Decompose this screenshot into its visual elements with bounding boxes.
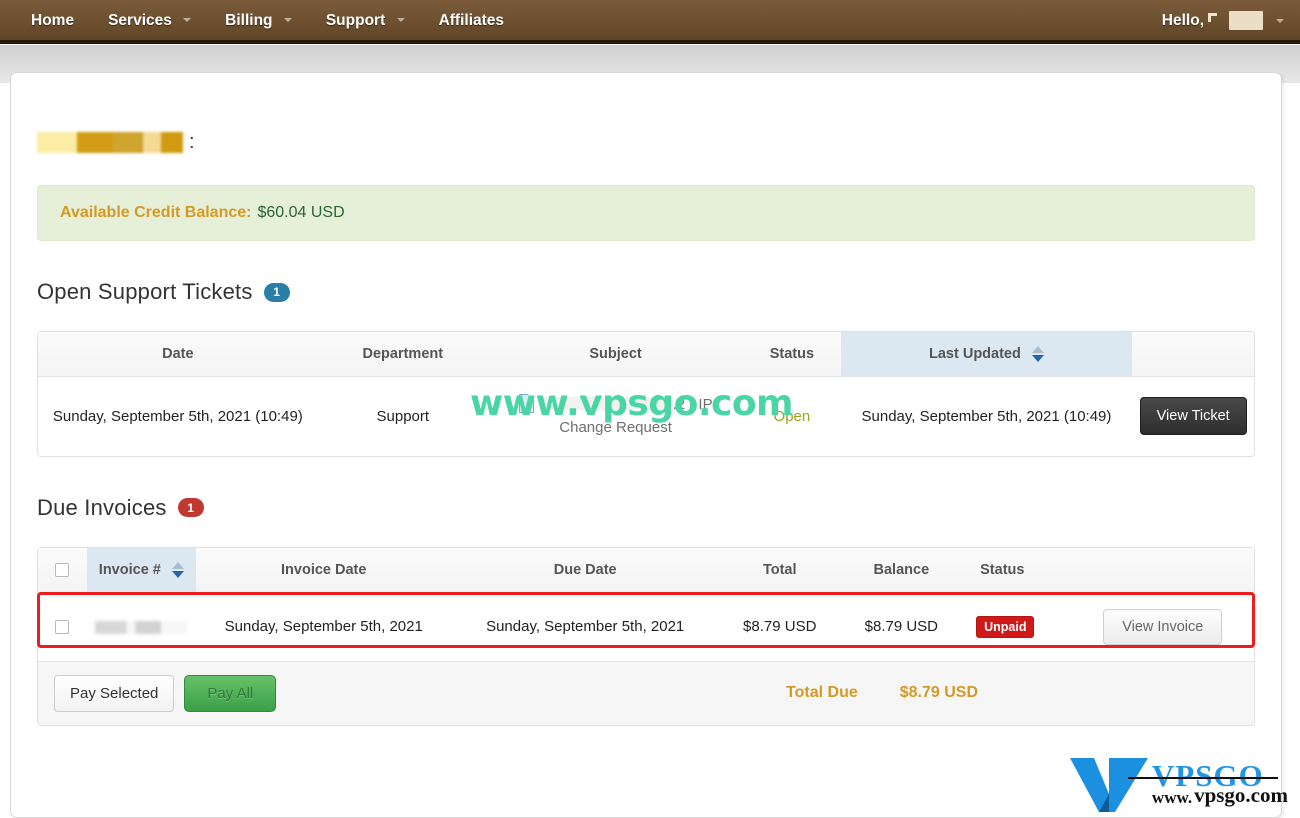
status-badge: Open	[773, 407, 811, 425]
page-title: :	[37, 103, 1255, 181]
ticket-status: Open	[743, 377, 840, 456]
username-redaction-mark	[1208, 12, 1217, 22]
nav-item-label: Services	[108, 11, 172, 29]
invoice-due-date: Sunday, September 5th, 2021	[486, 618, 685, 636]
tickets-section-header: Open Support Tickets 1	[37, 279, 1255, 305]
table-row[interactable]: Sunday, September 5th, 2021 Sunday, Sept…	[38, 592, 1254, 661]
nav-item-home[interactable]: Home	[14, 0, 91, 41]
nav-item-billing[interactable]: Billing	[208, 0, 309, 41]
total-due-value: $8.79 USD	[899, 684, 978, 702]
ticket-department: Support	[376, 407, 430, 425]
ticket-subject[interactable]: .2 - IP Change Request	[488, 377, 743, 456]
credit-balance-banner: Available Credit Balance: $60.04 USD	[37, 185, 1255, 241]
tickets-col-department[interactable]: Department	[317, 332, 488, 378]
invoice-total: $8.79 USD	[743, 618, 817, 636]
invoices-footer: Pay Selected Pay All Total Due $8.79 USD	[38, 660, 1254, 725]
nav-item-label: Home	[31, 11, 75, 29]
invoice-actions: View Invoice	[1072, 592, 1254, 661]
pay-all-button[interactable]: Pay All	[184, 674, 277, 712]
status-badge: Unpaid	[976, 615, 1035, 638]
invoices-section-header: Due Invoices 1	[37, 495, 1255, 521]
chevron-down-icon	[1276, 18, 1284, 23]
nav-item-label: Billing	[225, 11, 273, 29]
sort-ascending-icon	[1031, 346, 1044, 354]
nav-primary-links: Home Services Billing Support Affiliates	[0, 0, 521, 41]
invoices-table-header-row: Invoice # Invoice Date Due Date Total Ba…	[38, 547, 1254, 593]
page-container: : Available Credit Balance: $60.04 USD O…	[10, 72, 1282, 818]
tickets-col-date[interactable]: Date	[38, 332, 318, 378]
username-redacted	[1229, 11, 1263, 30]
invoices-table-wrapper: Invoice # Invoice Date Due Date Total Ba…	[37, 546, 1255, 726]
view-ticket-button[interactable]: View Ticket	[1139, 397, 1247, 436]
top-navbar: Home Services Billing Support Affiliates…	[0, 0, 1300, 44]
pay-selected-button[interactable]: Pay Selected	[54, 674, 175, 712]
view-invoice-button[interactable]: View Invoice	[1103, 608, 1223, 645]
sort-arrows-icon[interactable]	[171, 561, 184, 578]
tickets-col-last-updated-label: Last Updated	[929, 346, 1021, 362]
chevron-down-icon	[183, 18, 192, 23]
page-title-colon: :	[189, 130, 195, 153]
sort-descending-icon	[171, 570, 184, 578]
invoices-count-badge: 1	[177, 498, 204, 518]
ticket-date: Sunday, September 5th, 2021 (10:49)	[52, 407, 303, 425]
tickets-table-wrapper: Date Department Subject Status Last Upda…	[37, 331, 1255, 457]
invoices-heading: Due Invoices	[37, 494, 167, 520]
invoice-row-checkbox[interactable]	[55, 620, 70, 635]
invoices-col-due-date[interactable]: Due Date	[451, 547, 719, 593]
nav-item-support[interactable]: Support	[309, 0, 422, 41]
ticket-subject-redacted	[540, 397, 673, 411]
invoice-status-cell: Unpaid	[962, 592, 1071, 661]
account-menu[interactable]: Hello,	[1162, 0, 1284, 41]
account-greeting: Hello,	[1161, 11, 1204, 29]
invoices-col-invoice-date[interactable]: Invoice Date	[196, 547, 452, 593]
ticket-last-updated: Sunday, September 5th, 2021 (10:49)	[861, 407, 1112, 425]
invoices-col-balance[interactable]: Balance	[840, 547, 963, 593]
tickets-col-status[interactable]: Status	[743, 332, 841, 378]
total-due-label: Total Due	[786, 684, 858, 702]
tickets-count-badge: 1	[263, 282, 290, 302]
credit-balance-label: Available Credit Balance:	[60, 204, 252, 221]
invoices-total-due: Total Due $8.79 USD	[786, 684, 1238, 702]
nav-item-services[interactable]: Services	[91, 0, 208, 41]
app-screen: Home Services Billing Support Affiliates…	[0, 0, 1300, 818]
invoices-col-actions	[1071, 547, 1254, 593]
invoices-col-invoice-number[interactable]: Invoice #	[86, 547, 197, 593]
select-all-checkbox[interactable]	[55, 562, 70, 577]
chevron-down-icon	[396, 18, 405, 23]
nav-item-label: Affiliates	[438, 11, 505, 29]
invoice-number	[87, 592, 196, 661]
tickets-col-subject[interactable]: Subject	[487, 332, 744, 378]
invoice-date: Sunday, September 5th, 2021	[224, 618, 423, 636]
invoices-col-total[interactable]: Total	[718, 547, 841, 593]
nav-item-label: Support	[325, 11, 386, 29]
page-title-redacted	[37, 131, 183, 153]
sort-ascending-icon	[171, 561, 184, 569]
invoice-select-cell[interactable]	[38, 592, 87, 661]
document-icon	[518, 394, 534, 414]
invoices-footer-actions: Pay Selected Pay All	[54, 674, 277, 712]
tickets-table: Date Department Subject Status Last Upda…	[38, 332, 1254, 456]
tickets-col-actions	[1132, 332, 1254, 378]
invoice-balance: $8.79 USD	[864, 618, 939, 636]
table-row[interactable]: Sunday, September 5th, 2021 (10:49) Supp…	[38, 377, 1254, 456]
sort-descending-icon	[1031, 355, 1044, 363]
invoices-table: Invoice # Invoice Date Due Date Total Ba…	[38, 547, 1254, 661]
invoices-col-invoice-number-label: Invoice #	[98, 561, 161, 578]
chevron-down-icon	[283, 18, 292, 23]
tickets-table-header-row: Date Department Subject Status Last Upda…	[38, 332, 1254, 378]
invoices-col-status[interactable]: Status	[962, 547, 1072, 593]
invoices-col-select[interactable]	[38, 547, 87, 593]
ticket-actions: View Ticket	[1132, 377, 1254, 456]
tickets-heading: Open Support Tickets	[37, 279, 253, 304]
nav-item-affiliates[interactable]: Affiliates	[422, 0, 521, 41]
sort-arrows-icon[interactable]	[1031, 346, 1044, 363]
credit-balance-value: $60.04 USD	[257, 204, 345, 221]
tickets-col-last-updated[interactable]: Last Updated	[840, 332, 1133, 378]
invoice-number-redacted	[95, 620, 188, 634]
